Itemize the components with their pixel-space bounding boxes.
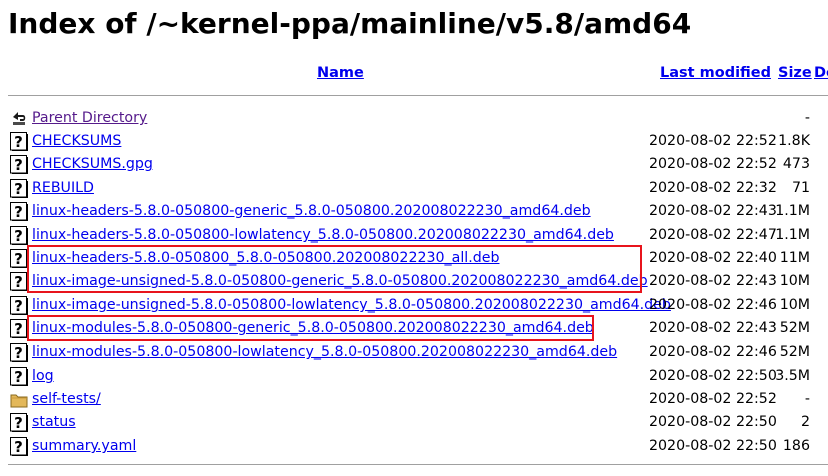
- svg-text:?: ?: [14, 368, 23, 386]
- unknown-file-icon[interactable]: ?: [10, 437, 28, 456]
- file-link[interactable]: REBUILD: [32, 178, 94, 198]
- table-row: self-tests/2020-08-02 22:52 -: [0, 388, 828, 411]
- unknown-file-icon[interactable]: ?: [10, 272, 28, 291]
- size-value: 1.8K: [778, 133, 810, 149]
- svg-text:?: ?: [14, 297, 23, 315]
- size-value: 3.5M: [775, 368, 810, 384]
- size-value: 186: [782, 438, 810, 454]
- last-modified-value: 2020-08-02 22:52: [649, 156, 777, 172]
- file-link[interactable]: CHECKSUMS.gpg: [32, 154, 153, 174]
- svg-text:?: ?: [14, 344, 23, 362]
- svg-text:?: ?: [14, 180, 23, 198]
- file-link[interactable]: linux-headers-5.8.0-050800-lowlatency_5.…: [32, 225, 614, 245]
- unknown-file-icon[interactable]: ?: [10, 413, 28, 432]
- svg-text:?: ?: [14, 414, 23, 432]
- last-modified-value: 2020-08-02 22:40: [649, 250, 777, 266]
- header-divider: [8, 95, 828, 96]
- file-link[interactable]: self-tests/: [32, 389, 101, 409]
- table-row: ? linux-image-unsigned-5.8.0-050800-lowla…: [0, 294, 828, 317]
- last-modified-value: 2020-08-02 22:32: [649, 180, 777, 196]
- unknown-file-icon[interactable]: ?: [10, 179, 28, 198]
- last-modified-value: 2020-08-02 22:50: [649, 414, 777, 430]
- table-row: ? CHECKSUMS 2020-08-02 22:52 1.8K: [0, 130, 828, 153]
- table-row: ? REBUILD 2020-08-02 22:32 71: [0, 177, 828, 200]
- size-value: 2: [800, 414, 810, 430]
- unknown-file-icon[interactable]: ?: [10, 202, 28, 221]
- last-modified-value: 2020-08-02 22:43: [649, 203, 777, 219]
- last-modified-value: 2020-08-02 22:46: [649, 297, 777, 313]
- last-modified-value: 2020-08-02 22:50: [649, 438, 777, 454]
- file-link[interactable]: linux-image-unsigned-5.8.0-050800-lowlat…: [32, 295, 671, 315]
- size-value: 10M: [779, 273, 810, 289]
- size-value: 11M: [779, 250, 810, 266]
- last-modified-value: 2020-08-02 22:43: [649, 273, 777, 289]
- back-icon[interactable]: [10, 109, 28, 128]
- folder-icon[interactable]: [10, 390, 28, 409]
- size-value: 1.1M: [775, 227, 810, 243]
- last-modified-value: 2020-08-02 22:50: [649, 368, 777, 384]
- size-value: 52M: [779, 344, 810, 360]
- unknown-file-icon[interactable]: ?: [10, 132, 28, 151]
- unknown-file-icon[interactable]: ?: [10, 226, 28, 245]
- file-link[interactable]: summary.yaml: [32, 436, 136, 456]
- unknown-file-icon[interactable]: ?: [10, 343, 28, 362]
- parent-directory-row: Parent Directory -: [0, 107, 828, 130]
- column-header-size[interactable]: Size: [778, 65, 812, 81]
- unknown-file-icon[interactable]: ?: [10, 296, 28, 315]
- table-row: ? linux-headers-5.8.0-050800-lowlatency_5…: [0, 224, 828, 247]
- parent-directory-link[interactable]: Parent Directory: [32, 108, 147, 128]
- last-modified-value: 2020-08-02 22:47: [649, 227, 777, 243]
- unknown-file-icon[interactable]: ?: [10, 155, 28, 174]
- table-row: ? linux-headers-5.8.0-050800-generic_5.8.…: [0, 200, 828, 223]
- file-link[interactable]: status: [32, 412, 76, 432]
- file-link[interactable]: linux-modules-5.8.0-050800-lowlatency_5.…: [32, 342, 617, 362]
- svg-text:?: ?: [14, 250, 23, 268]
- page-title: Index of /~kernel-ppa/mainline/v5.8/amd6…: [8, 7, 692, 40]
- size-value: -: [804, 110, 810, 126]
- file-link[interactable]: linux-headers-5.8.0-050800-generic_5.8.0…: [32, 201, 591, 221]
- size-value: 52M: [779, 320, 810, 336]
- file-link[interactable]: CHECKSUMS: [32, 131, 121, 151]
- highlight-box-headers-and-image: [27, 245, 642, 293]
- last-modified-value: 2020-08-02 22:43: [649, 320, 777, 336]
- unknown-file-icon[interactable]: ?: [10, 367, 28, 386]
- file-link[interactable]: log: [32, 366, 54, 386]
- svg-text:?: ?: [14, 438, 23, 456]
- table-row: ? status 2020-08-02 22:50 2: [0, 411, 828, 434]
- table-row: ? CHECKSUMS.gpg 2020-08-02 22:52 473: [0, 153, 828, 176]
- svg-text:?: ?: [14, 156, 23, 174]
- column-header-description[interactable]: De: [814, 65, 828, 81]
- svg-text:?: ?: [14, 320, 23, 338]
- size-value: 71: [791, 180, 810, 196]
- last-modified-value: 2020-08-02 22:52: [649, 391, 777, 407]
- svg-text:?: ?: [14, 203, 23, 221]
- unknown-file-icon[interactable]: ?: [10, 319, 28, 338]
- highlight-box-modules: [27, 315, 594, 341]
- svg-text:?: ?: [14, 133, 23, 151]
- size-value: -: [804, 391, 810, 407]
- column-header-name[interactable]: Name: [317, 65, 364, 81]
- last-modified-value: 2020-08-02 22:52: [649, 133, 777, 149]
- footer-divider: [8, 464, 828, 465]
- size-value: 1.1M: [775, 203, 810, 219]
- table-row: ? linux-modules-5.8.0-050800-lowlatency_5…: [0, 341, 828, 364]
- svg-text:?: ?: [14, 273, 23, 291]
- column-header-last-modified[interactable]: Last modified: [660, 65, 771, 81]
- unknown-file-icon[interactable]: ?: [10, 249, 28, 268]
- size-value: 10M: [779, 297, 810, 313]
- size-value: 473: [782, 156, 810, 172]
- svg-text:?: ?: [14, 227, 23, 245]
- last-modified-value: 2020-08-02 22:46: [649, 344, 777, 360]
- table-row: ? summary.yaml 2020-08-02 22:50 186: [0, 435, 828, 458]
- table-row: ? log 2020-08-02 22:50 3.5M: [0, 365, 828, 388]
